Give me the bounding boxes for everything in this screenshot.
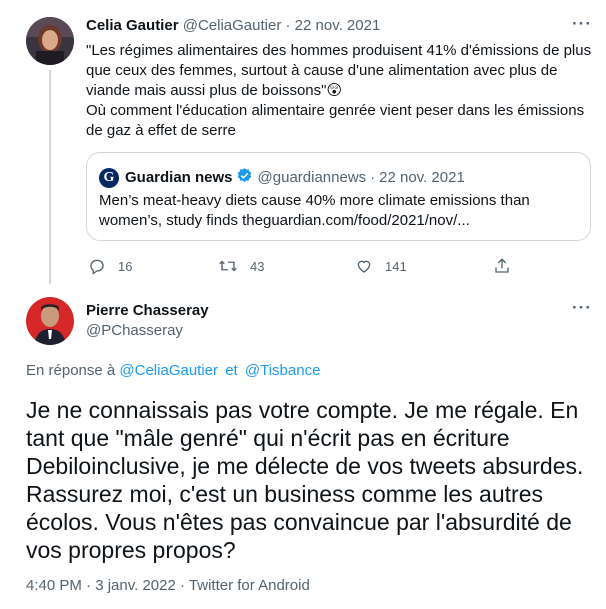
tweet2-text-line: Je ne connaissais pas votre compte. Je m…	[26, 397, 579, 423]
avatar-pierre-chasseray[interactable]	[26, 297, 74, 345]
quoted-tweet-text: Men’s meat-heavy diets cause 40% more cl…	[99, 191, 584, 231]
tweet2-author-name[interactable]: Pierre Chasseray	[86, 302, 209, 319]
tweet1-text-line: Où comment l'éducation alimentaire genré…	[86, 102, 585, 119]
tweet1-author-name[interactable]: Celia Gautier	[86, 17, 179, 34]
guardian-avatar[interactable]: G	[99, 167, 119, 188]
quoted-date[interactable]: 22 nov. 2021	[379, 169, 465, 186]
tweet1-date[interactable]: 22 nov. 2021	[295, 17, 381, 34]
tweet1-header: Celia Gautier @CeliaGautier · 22 nov. 20…	[86, 17, 380, 34]
tweet2-source[interactable]: Twitter for Android	[189, 577, 310, 594]
reply-count: 16	[118, 258, 133, 274]
avatar-celia-gautier[interactable]	[26, 17, 74, 65]
reply-to-link-1[interactable]: @CeliaGautier	[119, 362, 218, 379]
verified-badge-icon	[236, 167, 253, 188]
tweet2-date[interactable]: 3 janv. 2022	[95, 577, 176, 594]
tweet1-handle[interactable]: @CeliaGautier	[183, 17, 282, 34]
reply-action[interactable]: 16	[88, 257, 132, 275]
quoted-tweet-card[interactable]: G Guardian news @guardiannews · 22 nov. …	[86, 152, 591, 241]
quoted-author-name[interactable]: Guardian news	[125, 169, 233, 186]
quoted-dot: ·	[370, 169, 376, 186]
tweet2-text-line: tant que "mâle genré" qui n'écrit pas en…	[26, 425, 510, 451]
retweet-count: 43	[250, 258, 265, 274]
reply-icon	[90, 259, 104, 275]
reply-and: et	[225, 362, 238, 379]
tweet2-more-button[interactable]: ···	[572, 298, 592, 318]
tweet2-author-block: Pierre Chasseray @PChasseray	[86, 302, 209, 339]
tweet2-text-line: Rassurez moi, c'est un business comme le…	[26, 481, 543, 507]
reply-context: En réponse à @CeliaGautier et @Tisbance	[26, 362, 320, 379]
quoted-text-line: Men’s meat-heavy diets cause 40% more cl…	[99, 192, 530, 209]
quoted-tweet-header: G Guardian news @guardiannews · 22 nov. …	[99, 167, 465, 188]
tweet2-time[interactable]: 4:40 PM	[26, 577, 82, 594]
tweet2-text: Je ne connaissais pas votre compte. Je m…	[26, 396, 596, 564]
tweet1-text-line: "Les régimes alimentaires des hommes pro…	[86, 42, 592, 59]
tweet1-text-line: que ceux des femmes, surtout à cause d'u…	[86, 62, 558, 79]
retweet-action[interactable]: 43	[218, 257, 264, 275]
tweet2-text-line: écolos. Vous n'êtes pas convaincue par l…	[26, 509, 572, 535]
tweet1-text-line: de gaz à effet de serre	[86, 122, 236, 139]
tweet2-text-line: Debiloinclusive, je me délecte de vos tw…	[26, 453, 584, 479]
tweet1-text-line: viande mais aussi plus de boissons"😲	[86, 82, 343, 99]
quoted-handle[interactable]: @guardiannews	[258, 169, 367, 186]
quoted-text-line: women’s, study finds theguardian.com/foo…	[99, 212, 470, 229]
tweet2-text-line: vos propres propos?	[26, 537, 236, 563]
tweet2-dot-2: ·	[180, 577, 186, 594]
thread-connector-line	[49, 70, 51, 284]
tweet1-text: "Les régimes alimentaires des hommes pro…	[86, 41, 596, 141]
share-action[interactable]	[493, 257, 523, 275]
reply-to-link-2[interactable]: @Tisbance	[245, 362, 321, 379]
tweet1-more-button[interactable]: ···	[572, 14, 592, 34]
tweet2-dot-1: ·	[86, 577, 92, 594]
tweet2-handle[interactable]: @PChasseray	[86, 322, 209, 339]
like-action[interactable]: 141	[355, 257, 407, 275]
like-count: 141	[385, 258, 407, 274]
tweet1-dot: ·	[285, 17, 291, 34]
retweet-icon	[219, 260, 237, 272]
tweet2-meta: 4:40 PM · 3 janv. 2022 · Twitter for And…	[26, 577, 310, 594]
heart-icon	[357, 260, 371, 273]
share-icon	[495, 258, 509, 273]
reply-prefix: En réponse à	[26, 362, 116, 379]
